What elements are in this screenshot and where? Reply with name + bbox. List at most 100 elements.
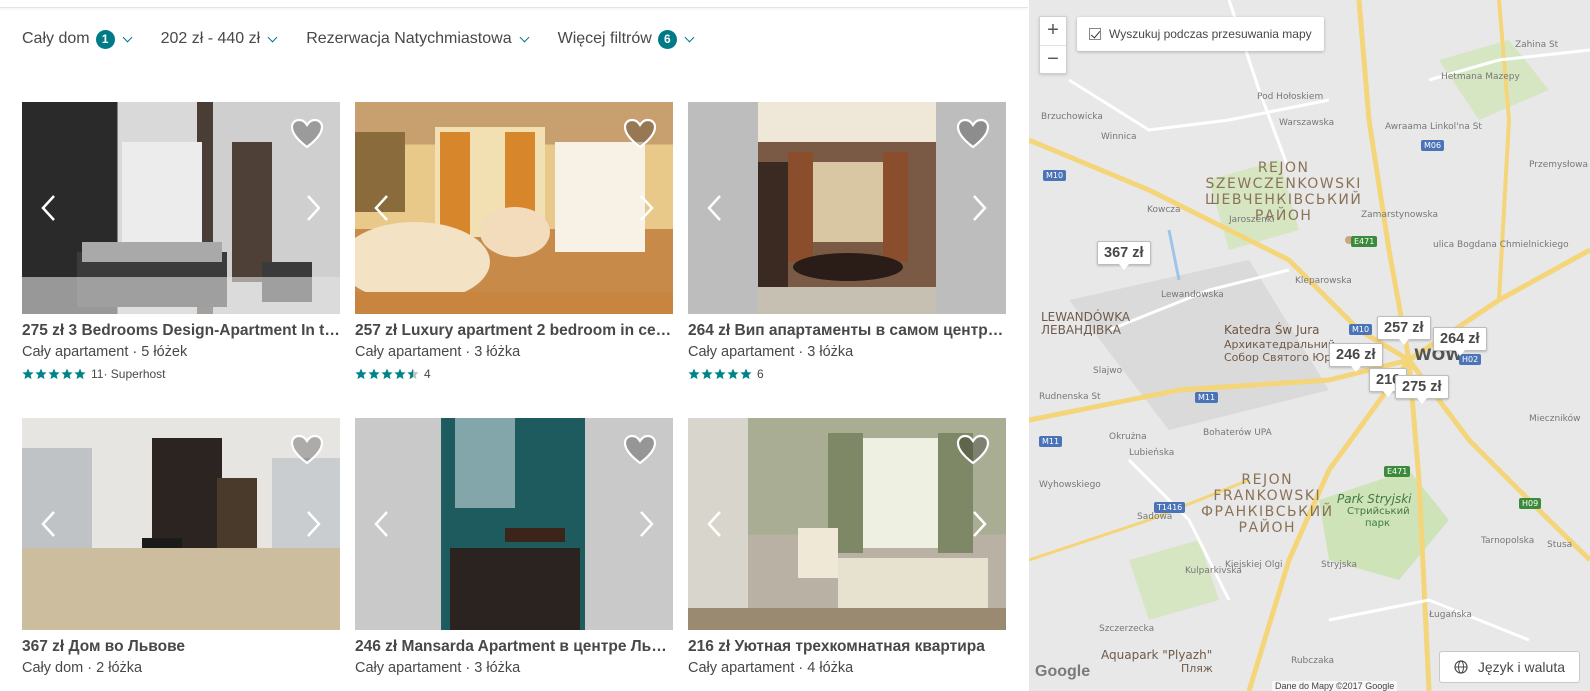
chevron-left-icon[interactable]: [371, 194, 393, 222]
listing-photo[interactable]: [688, 418, 1006, 630]
place-label-lewandowka: LEWANDÓWKA: [1041, 310, 1131, 324]
street-label: Wyhowskiego: [1039, 480, 1101, 490]
street-label: Stusa: [1547, 540, 1573, 550]
filter-room-type[interactable]: Cały dom 1: [22, 29, 133, 49]
map[interactable]: REJON SZEWCZENKOWSKI ШЕВЧЕНКІВСЬКИЙ РАЙО…: [1029, 0, 1590, 691]
heart-icon[interactable]: [956, 434, 990, 466]
chevron-left-icon[interactable]: [371, 510, 393, 538]
chevron-left-icon[interactable]: [38, 510, 60, 538]
review-count: 11: [91, 367, 104, 381]
listing-title[interactable]: 275 zł 3 Bedrooms Design-Apartment In th…: [22, 322, 340, 340]
listing-title[interactable]: 216 zł Уютная трехкомнатная квартира: [688, 638, 1006, 656]
route-shield: M06: [1421, 140, 1445, 151]
listing-photo[interactable]: [688, 102, 1006, 314]
review-count: 6: [757, 367, 764, 381]
map-copyright[interactable]: Dane do Mapy ©2017 Google: [1272, 681, 1398, 691]
chevron-right-icon[interactable]: [635, 510, 657, 538]
listing-card[interactable]: 216 zł Уютная трехкомнатная квартира Cał…: [688, 418, 1006, 676]
street-label: ulica Bogdana Chmielnickiego: [1433, 240, 1569, 250]
listing-subtitle: Cały apartament · 4 łóżka: [688, 660, 854, 676]
listing-rating: 4: [355, 367, 673, 381]
star-icon: [688, 368, 700, 380]
price-pin[interactable]: 264 zł: [1433, 327, 1487, 356]
listing-card[interactable]: 246 zł Mansarda Apartment в центре Льв… …: [355, 418, 673, 676]
listing-subtitle: Cały apartament · 3 łóżka: [355, 660, 521, 676]
listing-title[interactable]: 367 zł Дом во Львове: [22, 638, 340, 656]
street-label: Mieczników: [1529, 414, 1581, 424]
route-shield: E471: [1384, 466, 1411, 477]
street-label: Ługańska: [1429, 610, 1472, 620]
listing-card[interactable]: 264 zł Вип апартаменты в самом центре … …: [688, 102, 1006, 381]
street-label: Zahina St: [1515, 40, 1559, 50]
price-pin[interactable]: 257 zł: [1377, 316, 1431, 345]
listing-subtitle: Cały dom · 2 łóżka: [22, 660, 143, 676]
language-currency-label: Język i waluta: [1477, 659, 1565, 675]
star-icon: [48, 368, 60, 380]
chevron-right-icon[interactable]: [968, 194, 990, 222]
listing-photo[interactable]: [22, 102, 340, 314]
route-shield: M11: [1039, 436, 1063, 447]
street-label: Przemysłowa: [1529, 160, 1588, 170]
street-label: Kiejskiej Olgi: [1225, 560, 1283, 570]
rating-stars: [688, 368, 753, 380]
street-label: Winnica: [1101, 132, 1137, 142]
header-divider: [0, 0, 1028, 8]
heart-icon[interactable]: [290, 118, 324, 150]
heart-icon[interactable]: [623, 434, 657, 466]
chevron-right-icon[interactable]: [302, 510, 324, 538]
street-label: Kowcza: [1147, 205, 1181, 215]
price-pin[interactable]: 246 zł: [1329, 343, 1383, 372]
street-label: Slajwo: [1093, 366, 1123, 376]
rating-stars: [355, 368, 420, 380]
chevron-right-icon[interactable]: [968, 510, 990, 538]
star-icon: [701, 368, 713, 380]
listing-photo[interactable]: [355, 102, 673, 314]
price-pin[interactable]: 367 zł: [1097, 241, 1151, 270]
search-while-moving-label: Wyszukuj podczas przesuwania mapy: [1109, 27, 1312, 41]
listing-photo[interactable]: [22, 418, 340, 630]
filter-instant-book[interactable]: Rezerwacja Natychmiastowa: [306, 30, 530, 48]
superhost-label: · Superhost: [103, 367, 166, 381]
listings-panel: Cały dom 1 202 zł - 440 zł Rezerwacja Na…: [0, 0, 1028, 691]
search-while-moving-checkbox[interactable]: [1089, 28, 1101, 40]
filter-room-type-count-badge: 1: [95, 29, 115, 49]
listing-card[interactable]: 275 zł 3 Bedrooms Design-Apartment In th…: [22, 102, 340, 381]
listing-title[interactable]: 257 zł Luxury apartment 2 bedroom in cen…: [355, 322, 673, 340]
chevron-left-icon[interactable]: [704, 194, 726, 222]
street-label: Brzuchowicka: [1041, 112, 1103, 122]
street-label: Hetmana Mazepy: [1441, 72, 1520, 82]
listing-subtitle: Cały apartament · 3 łóżka: [355, 344, 521, 360]
filter-price[interactable]: 202 zł - 440 zł: [161, 30, 278, 48]
zoom-in-button[interactable]: +: [1040, 17, 1066, 45]
listing-title[interactable]: 264 zł Вип апартаменты в самом центре …: [688, 322, 1006, 340]
chevron-right-icon[interactable]: [302, 194, 324, 222]
place-label-katedra-uk-2: Собор Святого Юра: [1224, 351, 1338, 364]
street-label: Okrużna: [1109, 432, 1147, 442]
route-shield: H09: [1519, 498, 1542, 509]
heart-icon[interactable]: [290, 434, 324, 466]
zoom-controls: + −: [1039, 16, 1067, 74]
heart-icon[interactable]: [623, 118, 657, 150]
search-while-moving-toggle[interactable]: Wyszukuj podczas przesuwania mapy: [1077, 17, 1324, 51]
star-icon: [381, 368, 393, 380]
listing-card[interactable]: 257 zł Luxury apartment 2 bedroom in cen…: [355, 102, 673, 381]
chevron-left-icon[interactable]: [704, 510, 726, 538]
chevron-down-icon: [122, 32, 133, 42]
price-pin[interactable]: 275 zł: [1395, 375, 1449, 404]
route-shield: M10: [1043, 170, 1067, 181]
half-star-icon: [407, 368, 419, 380]
star-icon: [22, 368, 34, 380]
heart-icon[interactable]: [956, 118, 990, 150]
street-label: Awraama Linkol'na St: [1385, 122, 1482, 132]
star-icon: [727, 368, 739, 380]
place-label-aquapark: Aquapark "Plyazh": [1101, 648, 1213, 662]
language-currency-button[interactable]: Język i waluta: [1438, 651, 1580, 683]
listing-card[interactable]: 367 zł Дом во Львове Cały dom · 2 łóżka: [22, 418, 340, 676]
star-icon: [714, 368, 726, 380]
filter-more[interactable]: Więcej filtrów 6: [558, 29, 695, 49]
chevron-left-icon[interactable]: [38, 194, 60, 222]
listing-title[interactable]: 246 zł Mansarda Apartment в центре Льв…: [355, 638, 673, 656]
zoom-out-button[interactable]: −: [1040, 46, 1066, 74]
chevron-right-icon[interactable]: [635, 194, 657, 222]
listing-photo[interactable]: [355, 418, 673, 630]
